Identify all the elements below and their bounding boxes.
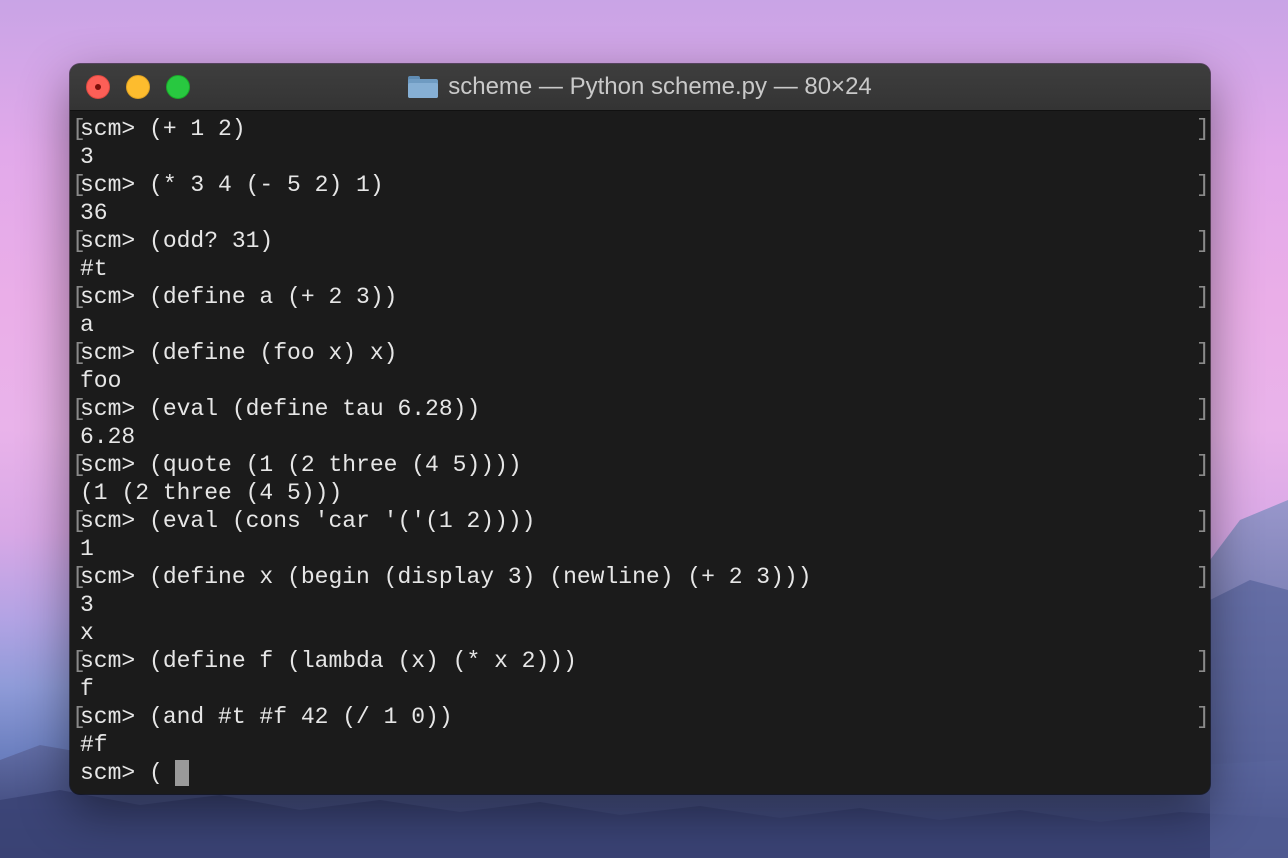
line-mark-close: ] (1196, 648, 1210, 674)
line-mark-open: [ (72, 116, 86, 142)
line-mark-close: ] (1196, 396, 1210, 422)
output-line: 6.28 (80, 424, 136, 450)
output-line: #t (80, 256, 108, 282)
prompt-line: scm> ( (80, 760, 177, 786)
folder-icon (408, 76, 439, 98)
prompt-line: scm> (quote (1 (2 three (4 5)))) (80, 452, 522, 478)
line-mark-close: ] (1196, 508, 1210, 534)
text-cursor (175, 760, 189, 786)
output-line: f (80, 676, 94, 702)
line-mark-close: ] (1196, 564, 1210, 590)
line-mark-close: ] (1196, 704, 1210, 730)
output-line: 3 (80, 144, 94, 170)
line-mark-open: [ (72, 648, 86, 674)
output-line: foo (80, 368, 122, 394)
line-mark-open: [ (72, 228, 86, 254)
line-mark-close: ] (1196, 284, 1210, 310)
line-mark-open: [ (72, 564, 86, 590)
prompt-line: scm> (odd? 31) (80, 228, 274, 254)
terminal-output[interactable]: scm> (+ 1 2)[] 3 scm> (* 3 4 (- 5 2) 1)[] 3… (70, 111, 1210, 794)
output-line: 3 (80, 592, 94, 618)
output-line: #f (80, 732, 108, 758)
output-line: 1 (80, 536, 94, 562)
line-mark-open: [ (72, 704, 86, 730)
line-mark-close: ] (1196, 116, 1210, 142)
prompt-line: scm> (define x (begin (display 3) (newli… (80, 564, 812, 590)
line-mark-open: [ (72, 172, 86, 198)
line-mark-open: [ (72, 284, 86, 310)
line-mark-open: [ (72, 508, 86, 534)
terminal-window[interactable]: scheme — Python scheme.py — 80×24 scm> (… (70, 64, 1210, 794)
line-mark-close: ] (1196, 228, 1210, 254)
prompt-line: scm> (define a (+ 2 3)) (80, 284, 398, 310)
line-mark-open: [ (72, 452, 86, 478)
line-mark-open: [ (72, 396, 86, 422)
line-mark-close: ] (1196, 172, 1210, 198)
window-title-area: scheme — Python scheme.py — 80×24 (70, 64, 1210, 110)
prompt-line: scm> (eval (cons 'car '('(1 2)))) (80, 508, 536, 534)
line-mark-close: ] (1196, 340, 1210, 366)
line-mark-close: ] (1196, 452, 1210, 478)
prompt-line: scm> (+ 1 2) (80, 116, 246, 142)
prompt-line: scm> (define (foo x) x) (80, 340, 398, 366)
title-bar[interactable]: scheme — Python scheme.py — 80×24 (70, 64, 1210, 111)
output-line: x (80, 620, 94, 646)
output-line: a (80, 312, 94, 338)
window-title: scheme — Python scheme.py — 80×24 (448, 73, 872, 100)
prompt-line: scm> (define f (lambda (x) (* x 2))) (80, 648, 577, 674)
output-line: 36 (80, 200, 108, 226)
prompt-line: scm> (and #t #f 42 (/ 1 0)) (80, 704, 453, 730)
prompt-line: scm> (* 3 4 (- 5 2) 1) (80, 172, 384, 198)
line-mark-open: [ (72, 340, 86, 366)
prompt-line: scm> (eval (define tau 6.28)) (80, 396, 481, 422)
output-line: (1 (2 three (4 5))) (80, 480, 343, 506)
